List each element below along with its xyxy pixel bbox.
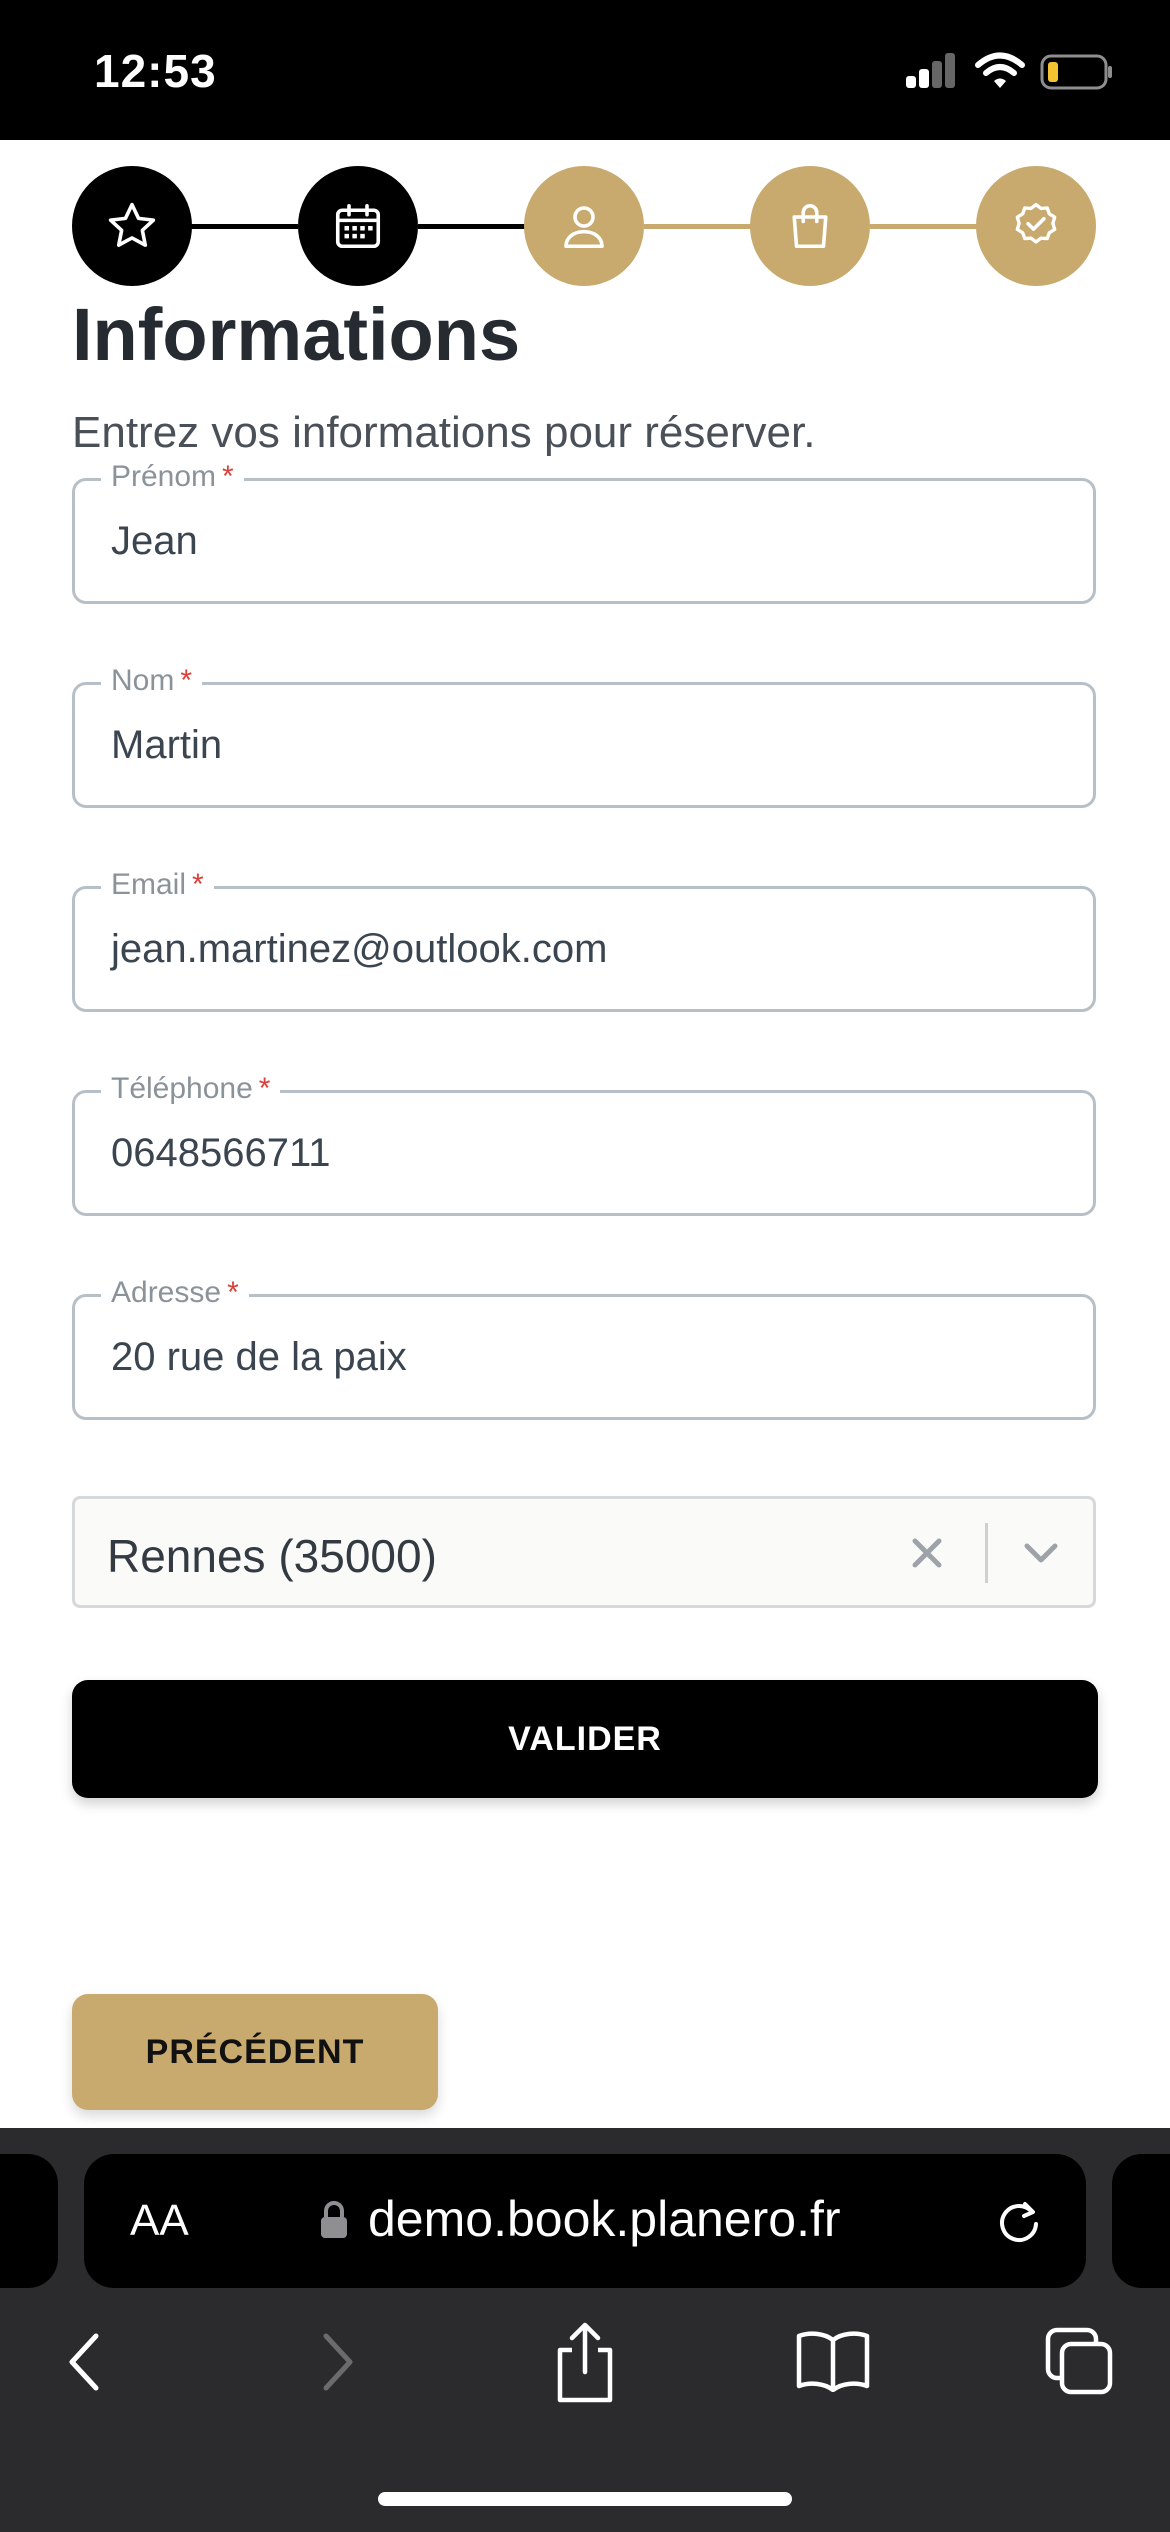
back-icon[interactable] [64, 2330, 104, 2394]
email-label: Email * [101, 867, 214, 903]
city-select[interactable]: Rennes (35000) [72, 1496, 1096, 1608]
user-icon [564, 206, 604, 249]
page-subtitle: Entrez vos informations pour réserver. [72, 408, 816, 457]
required-marker: * [227, 1276, 239, 1309]
last-name-label: Nom * [101, 663, 203, 699]
adjacent-tab-left[interactable] [0, 2154, 58, 2288]
stepper-connector [190, 224, 298, 229]
forward-icon[interactable] [318, 2330, 358, 2394]
phone-value[interactable]: 0648566711 [111, 1131, 331, 1176]
tabs-icon[interactable] [1044, 2326, 1116, 2398]
address-label: Adresse * [101, 1275, 249, 1311]
calendar-icon [335, 203, 381, 249]
step-confirmation[interactable] [976, 166, 1096, 286]
status-bar: 12:53 [0, 0, 1170, 140]
phone-label: Téléphone * [101, 1071, 281, 1107]
select-separator [985, 1523, 988, 1583]
battery-icon [1040, 54, 1112, 90]
step-date[interactable] [298, 166, 418, 286]
bookmarks-icon[interactable] [794, 2328, 872, 2392]
address-value[interactable]: 20 rue de la paix [111, 1335, 407, 1380]
star-icon [108, 202, 156, 247]
step-cart[interactable] [750, 166, 870, 286]
shopping-bag-icon [792, 203, 828, 249]
page-title: Informations [72, 293, 521, 376]
last-name-value[interactable]: Martin [111, 723, 222, 768]
previous-button[interactable]: PRÉCÉDENT [72, 1994, 438, 2110]
url-text[interactable]: demo.book.planero.fr [368, 2190, 841, 2248]
last-name-field[interactable]: Nom * Martin [72, 663, 1096, 808]
step-informations[interactable] [524, 166, 644, 286]
chevron-down-icon[interactable] [1021, 1539, 1061, 1567]
email-value[interactable]: jean.martinez@outlook.com [111, 927, 607, 972]
stepper-connector [644, 224, 752, 229]
first-name-field[interactable]: Prénom * Jean [72, 459, 1096, 604]
required-marker: * [258, 1072, 271, 1105]
step-service[interactable] [72, 166, 192, 286]
stepper-connector [418, 224, 526, 229]
adjacent-tab-right[interactable] [1112, 2154, 1170, 2288]
clear-icon[interactable] [909, 1535, 945, 1571]
address-field[interactable]: Adresse * 20 rue de la paix [72, 1275, 1096, 1420]
share-icon[interactable] [550, 2320, 620, 2404]
text-size-button[interactable]: AA [130, 2196, 189, 2246]
first-name-value[interactable]: Jean [111, 519, 198, 564]
stepper-connector [870, 224, 978, 229]
wifi-icon [975, 52, 1025, 88]
reload-icon[interactable] [994, 2196, 1044, 2246]
badge-check-icon [1015, 202, 1057, 244]
first-name-label: Prénom * [101, 459, 244, 495]
required-marker: * [192, 868, 204, 901]
home-indicator [378, 2492, 792, 2506]
email-field[interactable]: Email * jean.martinez@outlook.com [72, 867, 1096, 1012]
status-time: 12:53 [94, 45, 217, 97]
submit-button[interactable]: VALIDER [72, 1680, 1098, 1798]
cellular-signal-icon [906, 52, 955, 88]
phone-field[interactable]: Téléphone * 0648566711 [72, 1071, 1096, 1216]
required-marker: * [222, 460, 234, 493]
city-select-value: Rennes (35000) [107, 1530, 437, 1582]
lock-icon [321, 2201, 347, 2238]
required-marker: * [180, 664, 193, 697]
